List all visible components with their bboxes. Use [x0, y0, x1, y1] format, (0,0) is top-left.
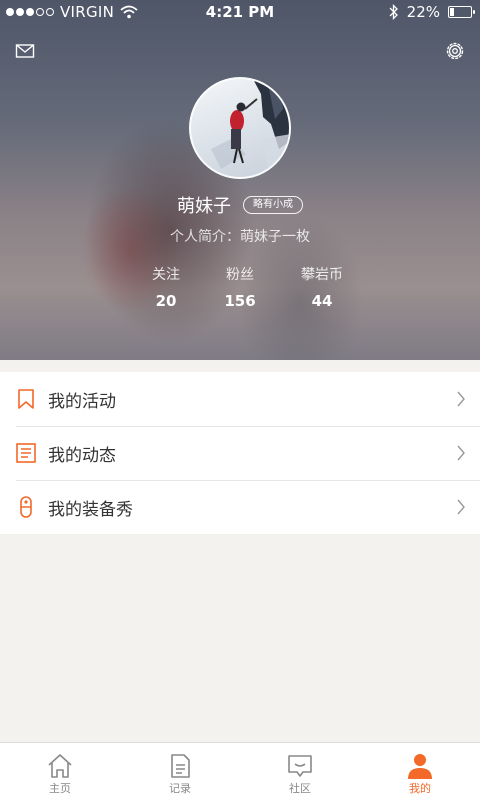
mail-icon[interactable] — [14, 40, 36, 62]
tab-community[interactable]: 社区 — [240, 743, 360, 800]
menu-item-my-gear[interactable]: 我的装备秀 — [0, 480, 480, 534]
stat-value: 156 — [224, 292, 256, 310]
battery-level — [450, 8, 454, 16]
tab-record[interactable]: 记录 — [120, 743, 240, 800]
username: 萌妹子 — [177, 196, 231, 217]
menu-list: 我的活动 我的动态 我的装备秀 — [0, 372, 480, 534]
menu-item-label: 我的动态 — [48, 445, 116, 466]
carabiner-icon — [20, 496, 32, 518]
tab-label: 社区 — [289, 782, 311, 795]
stat-coins[interactable]: 攀岩币 44 — [277, 264, 367, 310]
chevron-right-icon — [457, 499, 465, 515]
menu-item-label: 我的装备秀 — [48, 499, 133, 520]
tab-label: 主页 — [49, 782, 71, 795]
avatar-photo — [211, 79, 289, 177]
record-icon — [171, 754, 190, 778]
tab-label: 记录 — [169, 782, 191, 795]
stat-label: 攀岩币 — [301, 267, 343, 283]
battery-icon — [448, 6, 475, 18]
status-bar: VIRGIN 4:21 PM 22% — [0, 0, 480, 24]
tab-home[interactable]: 主页 — [0, 743, 120, 800]
community-icon — [288, 755, 312, 777]
stat-followers[interactable]: 粉丝 156 — [195, 264, 285, 310]
status-right: 22% — [389, 3, 475, 21]
bio: 个人简介：萌妹子一枚 — [170, 229, 310, 245]
menu-item-label: 我的活动 — [48, 391, 116, 412]
menu-item-my-activities[interactable]: 我的活动 — [0, 372, 480, 426]
tab-mine[interactable]: 我的 — [360, 743, 480, 800]
stat-label: 粉丝 — [226, 267, 254, 283]
avatar[interactable] — [189, 77, 291, 179]
bookmark-icon — [18, 389, 34, 409]
stat-value: 44 — [311, 292, 333, 310]
chevron-right-icon — [457, 391, 465, 407]
bottom-tab-bar: 主页 记录 社区 我的 — [0, 742, 480, 800]
battery-percent: 22% — [406, 3, 440, 21]
document-list-icon — [16, 443, 36, 463]
tab-label: 我的 — [409, 782, 431, 795]
person-icon — [408, 754, 432, 779]
gear-icon[interactable] — [444, 40, 466, 62]
name-row: 萌妹子 略有小成 — [0, 192, 480, 218]
home-icon — [48, 754, 72, 778]
chevron-right-icon — [457, 445, 465, 461]
profile-header: VIRGIN 4:21 PM 22% 萌妹子 略有小成 个人简介：萌妹子一枚 关… — [0, 0, 480, 360]
bluetooth-icon — [389, 4, 398, 20]
menu-item-my-posts[interactable]: 我的动态 — [0, 426, 480, 480]
level-badge: 略有小成 — [243, 196, 303, 214]
